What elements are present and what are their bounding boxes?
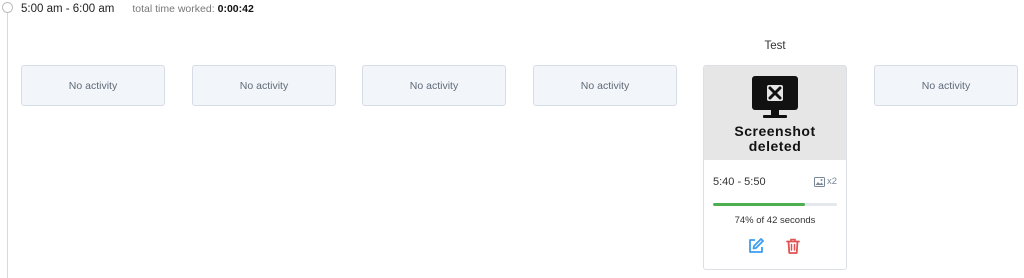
- activity-progress-text: 74% of 42 seconds: [734, 215, 816, 226]
- empty-slot-4: No activity: [533, 65, 677, 106]
- no-activity-label: No activity: [921, 79, 971, 92]
- timeline-line: [7, 13, 8, 278]
- delete-button[interactable]: [784, 237, 802, 255]
- no-activity-label: No activity: [409, 79, 459, 92]
- edit-icon: [749, 238, 764, 253]
- activity-time-range: 5:40 - 5:50: [713, 176, 766, 188]
- empty-slot-3: No activity: [362, 65, 506, 106]
- activity-card: Screenshot deleted 5:40 - 5:50 x2 74% of…: [703, 65, 847, 270]
- total-time-label: total time worked:: [132, 3, 215, 15]
- empty-slot-1: No activity: [21, 65, 165, 106]
- edit-button[interactable]: [747, 237, 765, 255]
- activity-progress-bar: [713, 203, 837, 206]
- timeline-dot: [2, 2, 13, 13]
- image-icon: [813, 176, 825, 187]
- screenshot-count: x2: [813, 176, 837, 187]
- thumbnail-caption-line2: deleted: [748, 138, 802, 154]
- timeline-block: 5:00 am - 6:00 am total time worked: 0:0…: [0, 0, 1024, 278]
- trash-icon: [786, 238, 800, 254]
- monitor-deleted-icon: [752, 76, 798, 118]
- hour-range: 5:00 am - 6:00 am: [21, 3, 115, 15]
- screenshot-thumbnail[interactable]: Screenshot deleted: [704, 66, 846, 160]
- thumbnail-caption-line1: Screenshot: [734, 123, 816, 139]
- no-activity-label: No activity: [68, 79, 118, 92]
- empty-slot-6: No activity: [874, 65, 1018, 106]
- screenshot-count-value: x2: [826, 176, 837, 187]
- activity-progress-fill: [713, 203, 805, 206]
- total-time-value: 0:00:42: [217, 3, 254, 15]
- no-activity-label: No activity: [580, 79, 630, 92]
- empty-slot-2: No activity: [192, 65, 336, 106]
- no-activity-label: No activity: [239, 79, 289, 92]
- hour-header: 5:00 am - 6:00 am total time worked: 0:0…: [21, 2, 254, 16]
- project-name: Test: [764, 40, 786, 52]
